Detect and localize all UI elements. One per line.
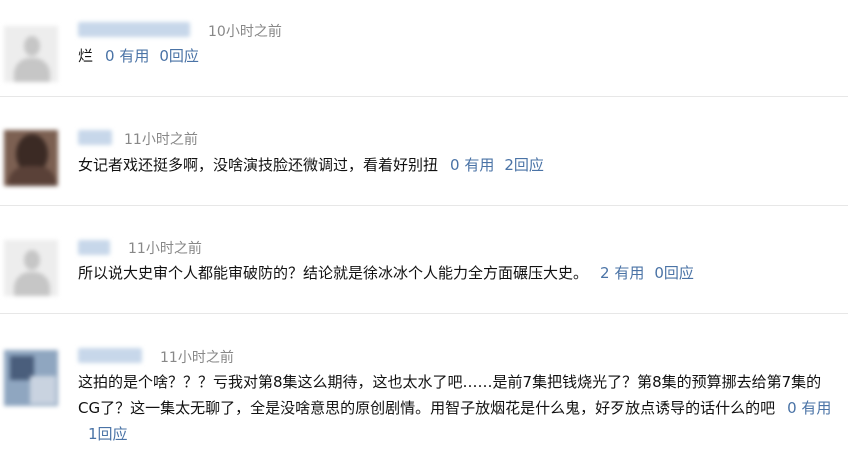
useful-button[interactable]: 0 有用 [450, 156, 494, 174]
useful-button[interactable]: 2 有用 [600, 264, 644, 282]
comment-time: 11小时之前 [124, 132, 198, 148]
useful-button[interactable]: 0 有用 [787, 399, 831, 417]
user-avatar[interactable] [4, 240, 58, 296]
reply-button[interactable]: 2回应 [504, 156, 544, 174]
username[interactable] [78, 130, 112, 145]
comment-text: 女记者戏还挺多啊，没啥演技脸还微调过，看着好别扭 [78, 156, 439, 174]
comment-time: 11小时之前 [128, 241, 202, 257]
reply-button[interactable]: 0回应 [654, 264, 694, 282]
divider [0, 313, 848, 314]
comment-time: 11小时之前 [160, 350, 234, 366]
reply-button[interactable]: 0回应 [159, 47, 199, 65]
useful-button[interactable]: 0 有用 [105, 47, 149, 65]
user-avatar[interactable] [4, 26, 58, 82]
comment-text: 这拍的是个啥？？？亏我对第8集这么期待，这也太水了吧……是前7集把钱烧光了？第8… [78, 373, 822, 417]
username[interactable] [78, 240, 110, 255]
user-avatar[interactable] [4, 350, 58, 406]
divider [0, 96, 848, 97]
comment-text: 所以说大史审个人都能审破防的？结论就是徐冰冰个人能力全方面碾压大史。 [78, 264, 589, 282]
divider [0, 205, 848, 206]
user-avatar[interactable] [4, 130, 58, 186]
comment-time: 10小时之前 [208, 24, 282, 40]
username[interactable] [78, 348, 142, 363]
username[interactable] [78, 22, 190, 37]
reply-button[interactable]: 1回应 [88, 425, 128, 443]
comment-text: 烂 [78, 47, 94, 65]
